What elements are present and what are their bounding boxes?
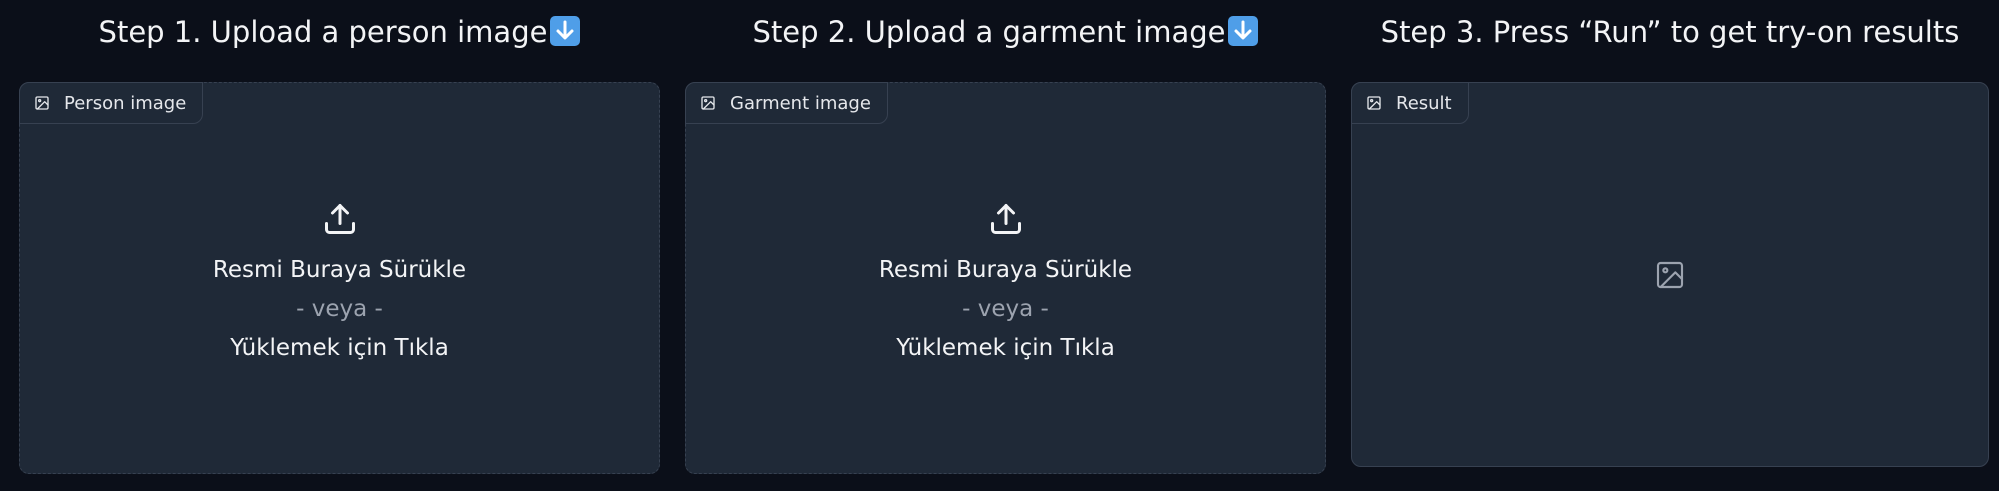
step-1-title: Step 1. Upload a person image [98, 15, 548, 49]
person-image-label: Person image [64, 92, 187, 114]
drop-text: Resmi Buraya Sürükle [878, 257, 1133, 283]
garment-image-label-tab: Garment image [685, 82, 888, 124]
garment-image-drop-area[interactable]: Resmi Buraya Sürükle - veya - Yüklemek i… [686, 201, 1325, 368]
upload-icon [990, 204, 1021, 234]
image-icon [34, 95, 50, 111]
step-3-title: Step 3. Press “Run” to get try-on result… [1380, 15, 1960, 49]
image-icon [1366, 95, 1382, 111]
image-placeholder-icon [1656, 261, 1684, 288]
result-label-tab: Result [1351, 82, 1469, 124]
image-icon [700, 95, 716, 111]
down-arrow-emoji-icon [1228, 16, 1259, 46]
person-image-upload[interactable]: Person image Resmi Buraya Sürükle - veya… [19, 82, 660, 474]
step-2-title: Step 2. Upload a garment image [752, 15, 1226, 49]
step-2-heading: Step 2. Upload a garment image [685, 12, 1326, 52]
person-image-label-tab: Person image [19, 82, 204, 124]
click-to-upload-text[interactable]: Yüklemek için Tıkla [686, 329, 1325, 368]
garment-image-label: Garment image [730, 92, 871, 114]
upload-icon [324, 204, 355, 234]
down-arrow-emoji-icon [550, 16, 581, 46]
drop-text: Resmi Buraya Sürükle [212, 257, 467, 283]
garment-image-upload[interactable]: Garment image Resmi Buraya Sürükle - vey… [685, 82, 1326, 474]
step-1-heading: Step 1. Upload a person image [19, 12, 660, 52]
click-to-upload-text[interactable]: Yüklemek için Tıkla [20, 329, 659, 368]
or-separator: - veya - [296, 296, 383, 322]
result-image-panel: Result [1351, 82, 1989, 467]
or-separator: - veya - [962, 296, 1049, 322]
person-image-drop-area[interactable]: Resmi Buraya Sürükle - veya - Yüklemek i… [20, 201, 659, 368]
result-label: Result [1396, 92, 1452, 114]
